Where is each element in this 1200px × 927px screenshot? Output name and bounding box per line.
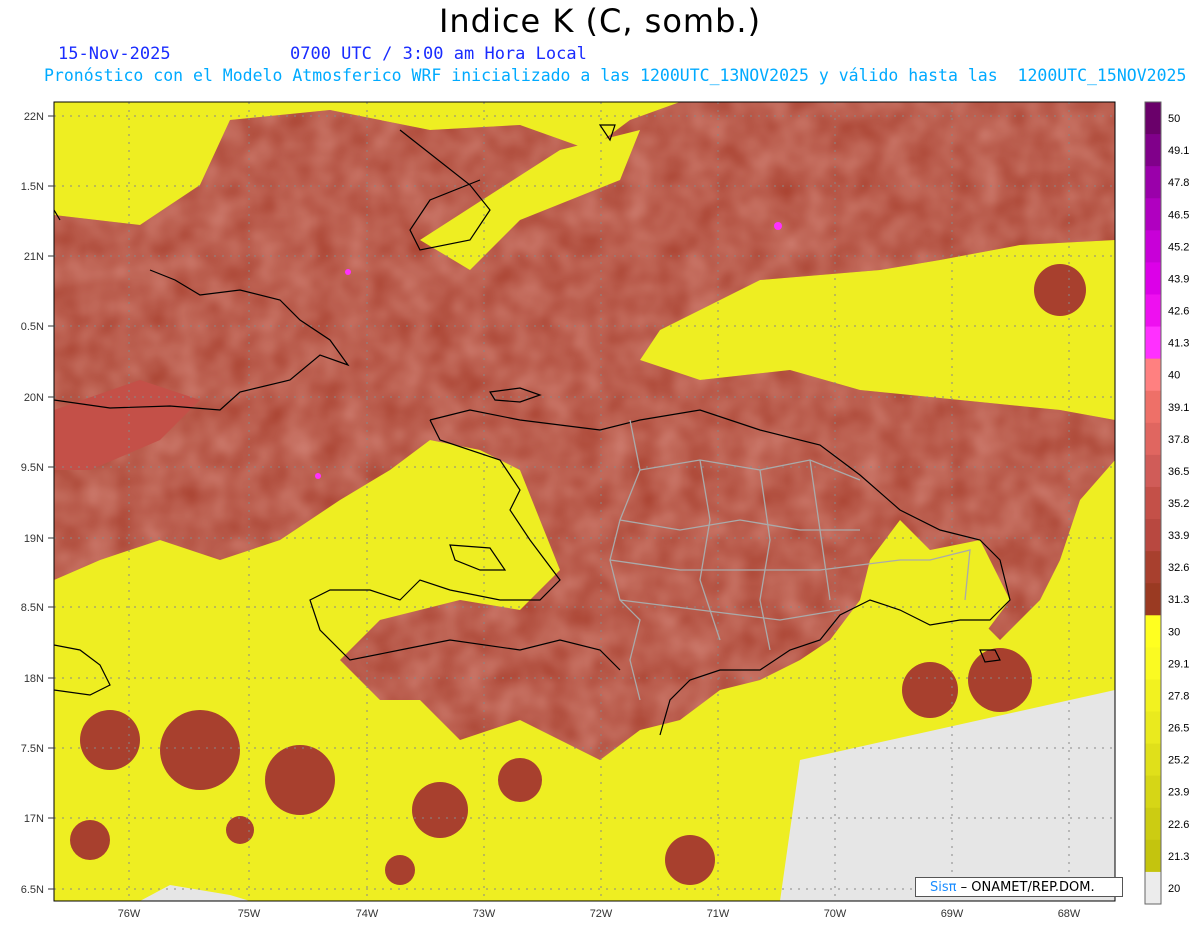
colorbar-swatch — [1145, 134, 1161, 167]
colorbar-label: 31.3 — [1168, 594, 1189, 606]
colorbar-label: 45.2 — [1168, 241, 1189, 253]
colorbar-label: 47.8 — [1168, 177, 1189, 189]
colorbar-label: 36.5 — [1168, 466, 1189, 478]
lon-label: 73W — [473, 908, 496, 920]
lat-label: 19N — [24, 533, 44, 545]
colorbar-swatch — [1145, 198, 1161, 231]
lon-label: 69W — [941, 908, 964, 920]
colorbar-label: 21.3 — [1168, 851, 1189, 863]
colorbar-swatch — [1145, 871, 1161, 905]
colorbar-swatch — [1145, 839, 1161, 873]
sispi-logo: Sisπ — [930, 880, 957, 895]
lon-label: 74W — [356, 908, 379, 920]
lat-ticks — [48, 115, 54, 890]
colorbar-swatch — [1145, 230, 1161, 263]
colorbar-swatch — [1145, 679, 1161, 713]
warm-cell — [160, 710, 240, 790]
colorbar-swatch — [1145, 743, 1161, 777]
colorbar-label: 40 — [1168, 370, 1180, 382]
warm-cell — [498, 758, 542, 802]
lon-label: 71W — [707, 908, 730, 920]
lat-label: 22N — [24, 111, 44, 123]
lat-label: 20N — [24, 392, 44, 404]
colorbar-label: 22.6 — [1168, 819, 1189, 831]
warm-cell — [265, 745, 335, 815]
lat-label: 7.5N — [21, 743, 44, 755]
colorbar-label: 35.2 — [1168, 498, 1189, 510]
lat-label: 8.5N — [21, 602, 44, 614]
warm-cell — [385, 855, 415, 885]
colorbar-swatch — [1145, 551, 1161, 584]
warm-cell — [968, 648, 1032, 712]
lat-label: 9.5N — [21, 462, 44, 474]
colorbar-label: 43.9 — [1168, 273, 1189, 285]
max-spot — [774, 222, 782, 230]
latitude-axis: 22N 1.5N 21N 0.5N 20N 9.5N 19N 8.5N 18N … — [21, 111, 44, 896]
credit-text: – ONAMET/REP.DOM. — [960, 880, 1095, 895]
colorbar-swatch — [1145, 615, 1161, 648]
colorbar-swatch — [1145, 102, 1161, 135]
colorbar-label: 25.2 — [1168, 755, 1189, 767]
lat-label: 21N — [24, 251, 44, 263]
colorbar-swatch — [1145, 454, 1161, 488]
colorbar-label: 30 — [1168, 626, 1180, 638]
colorbar-label: 42.6 — [1168, 306, 1189, 318]
colorbar-swatch — [1145, 807, 1161, 841]
colorbar-label: 39.1 — [1168, 402, 1189, 414]
max-spot — [345, 269, 351, 275]
lat-label: 1.5N — [21, 181, 44, 193]
lon-label: 75W — [238, 908, 261, 920]
lon-label: 72W — [590, 908, 613, 920]
warm-cell — [70, 820, 110, 860]
max-spot — [315, 473, 321, 479]
longitude-axis: 76W 75W 74W 73W 72W 71W 70W 69W 68W — [118, 908, 1081, 920]
colorbar-label: 37.8 — [1168, 434, 1189, 446]
lon-label: 76W — [118, 908, 141, 920]
colorbar-label: 27.8 — [1168, 690, 1189, 702]
colorbar-swatch — [1145, 583, 1161, 616]
colorbar-label: 29.1 — [1168, 658, 1189, 670]
colorbar-label: 23.9 — [1168, 787, 1189, 799]
colorbar-label: 33.9 — [1168, 530, 1189, 542]
colorbar-swatch — [1145, 390, 1161, 424]
lat-label: 6.5N — [21, 884, 44, 896]
colorbar-swatch — [1145, 294, 1161, 328]
colorbar-swatch — [1145, 422, 1161, 456]
lat-label: 17N — [24, 813, 44, 825]
colorbar-label: 50 — [1168, 113, 1180, 125]
colorbar-swatch — [1145, 326, 1161, 360]
warm-cell — [902, 662, 958, 718]
colorbar-swatch — [1145, 358, 1161, 392]
colorbar-label: 49.1 — [1168, 145, 1189, 157]
colorbar-swatch — [1145, 775, 1161, 809]
warm-cell — [665, 835, 715, 885]
map-panel — [54, 102, 1115, 901]
lat-label: 18N — [24, 673, 44, 685]
colorbar-label: 46.5 — [1168, 209, 1189, 221]
colorbar-label: 32.6 — [1168, 562, 1189, 574]
lon-label: 68W — [1058, 908, 1081, 920]
credit-box: Sisπ – ONAMET/REP.DOM. — [915, 877, 1123, 897]
warm-cell — [412, 782, 468, 838]
colorbar-label: 20 — [1168, 883, 1180, 895]
colorbar-swatch — [1145, 647, 1161, 680]
colorbar-label: 41.3 — [1168, 338, 1189, 350]
colorbar-swatch — [1145, 486, 1161, 520]
warm-cell — [1034, 264, 1086, 316]
warm-cell — [226, 816, 254, 844]
lon-label: 70W — [824, 908, 847, 920]
lat-label: 0.5N — [21, 321, 44, 333]
colorbar-label: 26.5 — [1168, 723, 1189, 735]
colorbar-swatch — [1145, 166, 1161, 199]
colorbar-swatch — [1145, 262, 1161, 295]
colorbar-swatch — [1145, 711, 1161, 745]
colorbar-swatch — [1145, 519, 1161, 552]
colorbar: 50 49.1 47.8 46.5 45.2 43.9 42.6 41.3 40 39.1 37.8… — [1144, 101, 1189, 905]
warm-cell — [80, 710, 140, 770]
map-figure: 22N 1.5N 21N 0.5N 20N 9.5N 19N 8.5N 18N … — [21, 101, 1189, 920]
